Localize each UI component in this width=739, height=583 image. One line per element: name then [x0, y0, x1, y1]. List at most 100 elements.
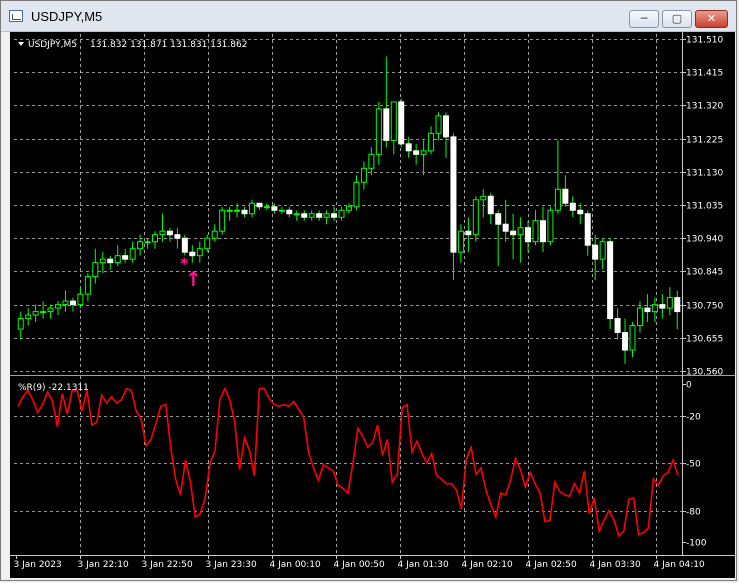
- bull-candle-body: [346, 206, 352, 211]
- candle: [25, 308, 32, 326]
- bull-candle-body: [226, 209, 233, 212]
- chart-ohlc-label: 131.832 131.871 131.831 131.862: [90, 40, 247, 50]
- chart-area[interactable]: 131.510 131.415 131.320 131.225 131.130 131.0…: [10, 32, 735, 578]
- window-title: USDJPY,M5: [31, 9, 103, 24]
- candle: [256, 202, 263, 211]
- time-tick-label: 3 Jan 23:30: [206, 560, 258, 570]
- candle: [599, 238, 606, 270]
- candle: [487, 192, 494, 225]
- bull-candle-body: [196, 248, 203, 257]
- candle: [219, 206, 226, 235]
- bear-candle-body: [644, 307, 651, 313]
- bull-candle-body: [278, 209, 285, 212]
- bear-candle-body: [69, 300, 76, 306]
- bull-candle-body: [204, 237, 211, 250]
- bull-candle-body: [517, 227, 524, 236]
- bear-candle-body: [450, 136, 457, 253]
- price-tick-label: 131.225: [686, 136, 723, 146]
- time-tick-label: 3 Jan 22:10: [78, 560, 130, 570]
- bear-candle-body: [487, 195, 494, 215]
- bull-candle-body: [435, 115, 442, 134]
- bear-candle-body: [122, 255, 129, 260]
- bear-candle-body: [592, 244, 599, 260]
- bull-candle-body: [457, 230, 464, 253]
- chart-menu-triangle-icon[interactable]: [18, 42, 24, 46]
- candle: [293, 210, 300, 221]
- candle: [592, 234, 599, 281]
- terminal-window: USDJPY,M5 ─ ▢ ✕ 131.510 131.415 131.320 131…: [0, 0, 737, 581]
- maximize-button[interactable]: ▢: [662, 10, 692, 28]
- bull-candle-body: [263, 206, 270, 209]
- candle: [480, 189, 487, 218]
- bear-candle-body: [189, 251, 196, 257]
- candle: [502, 199, 509, 242]
- candle: [107, 255, 114, 270]
- time-tick-label: 4 Jan 00:50: [334, 560, 386, 570]
- bull-candle-body: [666, 297, 673, 309]
- candle: [532, 210, 539, 246]
- candle: [84, 273, 91, 302]
- candle: [241, 206, 248, 218]
- window-titlebar[interactable]: USDJPY,M5 ─ ▢ ✕: [1, 1, 736, 32]
- grid-layer: [14, 34, 682, 555]
- candle: [674, 290, 681, 330]
- time-tick-label: 4 Jan 00:10: [270, 560, 322, 570]
- indicator-tick-label: -80: [686, 508, 701, 518]
- time-tick-label: 4 Jan 02:50: [526, 560, 578, 570]
- close-button[interactable]: ✕: [695, 10, 728, 28]
- bear-candle-body: [107, 258, 114, 264]
- candle: [189, 245, 196, 263]
- candle: [465, 217, 472, 253]
- bull-candle-body: [323, 213, 330, 218]
- bear-candle-body: [674, 297, 681, 313]
- bull-candle-body: [159, 230, 166, 236]
- candle: [472, 196, 479, 242]
- minimize-button[interactable]: ─: [629, 10, 659, 28]
- candle: [159, 213, 166, 242]
- candle: [99, 252, 106, 274]
- bull-candle-body: [338, 209, 345, 218]
- bull-candle-body: [651, 304, 658, 313]
- candle: [152, 231, 159, 249]
- candle: [450, 133, 457, 281]
- price-tick-label: 130.940: [686, 235, 723, 245]
- candle: [316, 210, 323, 221]
- bull-candle-body: [144, 241, 151, 244]
- candle: [525, 220, 532, 253]
- candle: [644, 294, 651, 323]
- candle: [554, 140, 561, 214]
- chart-canvas[interactable]: 131.510 131.415 131.320 131.225 131.130 131.0…: [10, 32, 735, 578]
- candle: [390, 101, 397, 155]
- bull-candle-body: [375, 108, 382, 155]
- bull-candle-body: [77, 293, 84, 306]
- time-tick-label: 4 Jan 03:30: [590, 560, 642, 570]
- candle: [204, 234, 211, 253]
- candle: [166, 227, 173, 242]
- candle: [622, 318, 629, 365]
- candle: [32, 304, 39, 323]
- indicator-tick-label: 0: [686, 381, 692, 391]
- indicator-label: %R(9) -22.1311: [18, 383, 89, 393]
- bear-candle-body: [331, 213, 338, 218]
- signal-marker: * ↑: [180, 254, 202, 291]
- candle: [428, 126, 435, 155]
- bear-candle-body: [584, 213, 591, 246]
- bull-candle-body: [99, 258, 106, 264]
- bear-candle-body: [525, 227, 532, 243]
- bull-candle-body: [137, 241, 144, 250]
- indicator-tick-label: -20: [686, 413, 701, 423]
- buy-arrow-icon: ↑: [185, 267, 202, 291]
- time-tick-label: 3 Jan 22:50: [142, 560, 194, 570]
- bull-candle-body: [84, 276, 91, 295]
- candle: [569, 196, 576, 218]
- bear-candle-body: [577, 209, 584, 215]
- time-tick-label: 4 Jan 04:10: [654, 560, 706, 570]
- candle: [174, 227, 181, 249]
- bull-candle-body: [599, 241, 606, 260]
- candle: [383, 56, 390, 148]
- candle: [40, 301, 47, 319]
- bull-candle-body: [62, 300, 69, 306]
- candle: [47, 304, 54, 319]
- bull-candle-body: [293, 213, 300, 216]
- candle: [122, 248, 129, 263]
